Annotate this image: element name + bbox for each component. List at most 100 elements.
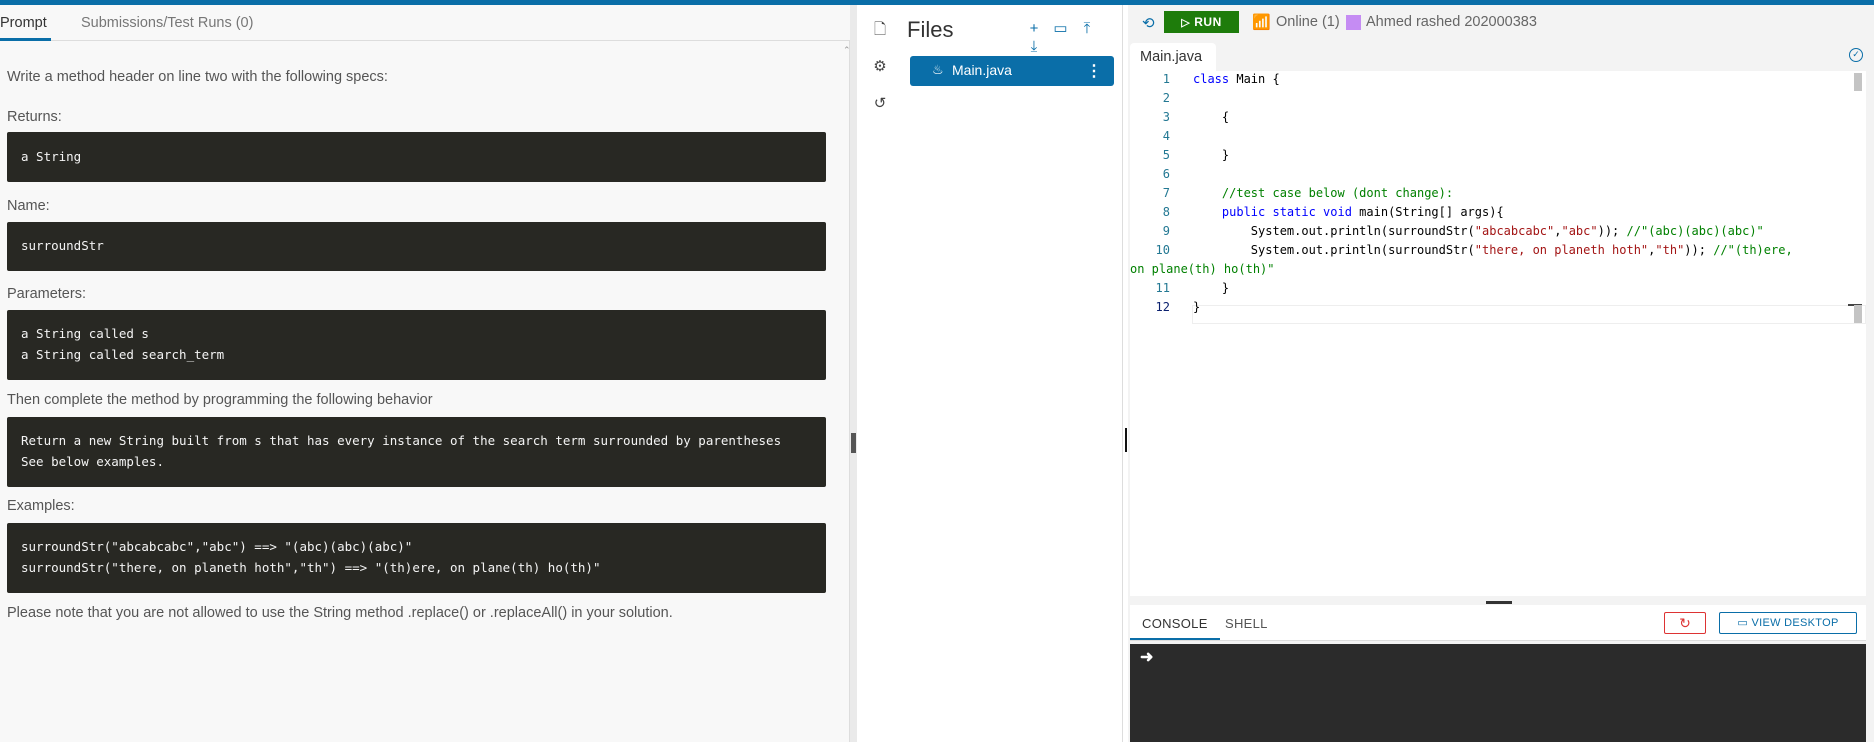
code-editor[interactable]: 1 2 3 4 5 6 7 8 9 10 11 12 class Main { …: [1130, 71, 1866, 596]
editor-tabbar: Main.java ✓: [1128, 41, 1874, 71]
code-token: System.out.println(surroundStr(: [1193, 243, 1475, 257]
console-tabbar: CONSOLE SHELL ↻ ▭ VIEW DESKTOP: [1130, 605, 1866, 641]
line-number: 3: [1162, 110, 1170, 124]
line-number: 2: [1162, 91, 1170, 105]
java-icon: ♨: [932, 62, 944, 77]
console-tab-indicator: [1130, 638, 1220, 640]
run-label: RUN: [1194, 15, 1222, 29]
code-line: surroundStr("there, on planeth hoth","th…: [21, 560, 601, 575]
behavior-label: Then complete the method by programming …: [7, 392, 433, 408]
string-token: "th": [1655, 243, 1685, 257]
editor-tab-main-java[interactable]: Main.java: [1130, 43, 1216, 71]
gear-icon[interactable]: ⚙: [869, 56, 891, 78]
code-line-3: {: [1193, 110, 1230, 124]
line-number: 5: [1162, 148, 1170, 162]
divider-grip[interactable]: [851, 433, 856, 453]
line-number: 4: [1162, 129, 1170, 143]
code-line: surroundStr("abcabcabc","abc") ==> "(abc…: [21, 539, 413, 554]
editor-scrollbar-thumb[interactable]: [1854, 73, 1862, 91]
console-terminal[interactable]: ➜: [1130, 644, 1866, 742]
behavior-code-block: Return a new String built from s that ha…: [7, 417, 826, 487]
parameters-code-block: a String called s a String called search…: [7, 310, 826, 380]
code-line: Return a new String built from s that ha…: [21, 433, 782, 448]
examples-label: Examples:: [7, 498, 75, 514]
line-number: 6: [1162, 167, 1170, 181]
tab-submissions[interactable]: Submissions/Test Runs (0): [81, 15, 253, 31]
user-name: Ahmed rashed 202000383: [1366, 14, 1537, 30]
add-file-icon[interactable]: +: [1023, 20, 1045, 37]
code-line-12: }: [1193, 300, 1201, 314]
file-item-main-java[interactable]: ♨ Main.java ⋮: [910, 56, 1114, 86]
prompt-scrollbar[interactable]: ⌃: [843, 41, 851, 741]
keyword: public static void: [1193, 205, 1352, 219]
code-token: ));: [1597, 224, 1627, 238]
code-token: System.out.println(surroundStr(: [1193, 224, 1475, 238]
keyword: class: [1193, 72, 1230, 86]
code-token: Main {: [1229, 72, 1280, 86]
view-desktop-button[interactable]: ▭ VIEW DESKTOP: [1719, 612, 1857, 634]
run-toolbar: ⟲ ▷ RUN 📶 Online (1) Ahmed rashed 2020003…: [1128, 5, 1874, 41]
string-token: "abcabcabc": [1474, 224, 1555, 238]
line-number: 7: [1162, 186, 1170, 200]
online-status[interactable]: Online (1): [1276, 14, 1340, 30]
restart-button[interactable]: ↻: [1664, 612, 1706, 634]
code-line: a String: [21, 149, 82, 164]
code-line-5: }: [1193, 148, 1230, 162]
play-icon: ▷: [1181, 17, 1191, 29]
monitor-icon: ▭: [1737, 617, 1752, 629]
prompt-intro: Write a method header on line two with t…: [7, 69, 388, 85]
user-color-swatch: [1346, 15, 1361, 30]
upload-icon[interactable]: ⤒: [1076, 20, 1098, 37]
add-folder-icon[interactable]: ▭: [1049, 19, 1071, 37]
code-line-7: //test case below (dont change):: [1193, 186, 1454, 200]
returns-code-block: a String: [7, 132, 826, 182]
line-number: 10: [1155, 243, 1170, 257]
files-actions: + ▭ ⤒ ⤓: [1023, 19, 1122, 56]
code-token: ));: [1684, 243, 1714, 257]
replay-icon[interactable]: ⟲: [1142, 14, 1155, 32]
examples-code-block: surroundStr("abcabcabc","abc") ==> "(abc…: [7, 523, 826, 593]
code-line-10-wrap: on plane(th) ho(th)": [1130, 262, 1275, 276]
string-token: "abc": [1561, 224, 1598, 238]
code-line-11: }: [1193, 281, 1230, 295]
resize-caret: [1125, 428, 1127, 452]
comment-token: //"(abc)(abc)(abc)": [1626, 224, 1764, 238]
prompt-panel: Prompt Submissions/Test Runs (0) Write a…: [0, 5, 851, 742]
code-line-8: public static void main(String[] args){: [1193, 205, 1504, 219]
more-vertical-icon[interactable]: ⋮: [1086, 61, 1102, 81]
icon-rail: 🗋 ⚙ ↺: [857, 5, 903, 742]
run-button[interactable]: ▷ RUN: [1164, 11, 1239, 33]
code-line: a String called s: [21, 326, 149, 341]
code-token: main(String[] args){: [1351, 205, 1504, 219]
editor-area: ⟲ ▷ RUN 📶 Online (1) Ahmed rashed 2020003…: [1128, 5, 1874, 742]
code-line: a String called search_term: [21, 347, 225, 362]
file-name: Main.java: [952, 62, 1012, 78]
code-line: surroundStr: [21, 238, 104, 253]
history-icon[interactable]: ↺: [869, 93, 891, 115]
string-token: "there, on planeth hoth": [1474, 243, 1649, 257]
wifi-icon: 📶: [1252, 14, 1271, 31]
line-number: 9: [1162, 224, 1170, 238]
code-line-10: System.out.println(surroundStr("there, o…: [1193, 243, 1793, 257]
file-icon[interactable]: 🗋: [869, 19, 891, 41]
view-desktop-label: VIEW DESKTOP: [1751, 617, 1839, 629]
tab-console[interactable]: CONSOLE: [1142, 616, 1208, 631]
console-split-handle[interactable]: [1486, 601, 1512, 604]
terminal-prompt: ➜: [1140, 649, 1154, 666]
current-line-highlight: [1192, 305, 1866, 324]
download-icon[interactable]: ⤓: [1023, 38, 1045, 55]
returns-label: Returns:: [7, 109, 62, 125]
line-number: 12: [1155, 300, 1170, 314]
code-line-1: class Main {: [1193, 72, 1280, 86]
name-label: Name:: [7, 198, 50, 214]
active-tab-indicator: [0, 38, 51, 41]
name-code-block: surroundStr: [7, 222, 826, 271]
panel-divider[interactable]: [850, 5, 857, 742]
comment-token: //"(th)ere,: [1713, 243, 1793, 257]
tab-prompt[interactable]: Prompt: [0, 15, 47, 31]
code-line-9: System.out.println(surroundStr("abcabcab…: [1193, 224, 1764, 238]
line-number: 1: [1162, 72, 1170, 86]
tab-shell[interactable]: SHELL: [1225, 616, 1268, 631]
code-line: See below examples.: [21, 454, 164, 469]
line-number: 8: [1162, 205, 1170, 219]
